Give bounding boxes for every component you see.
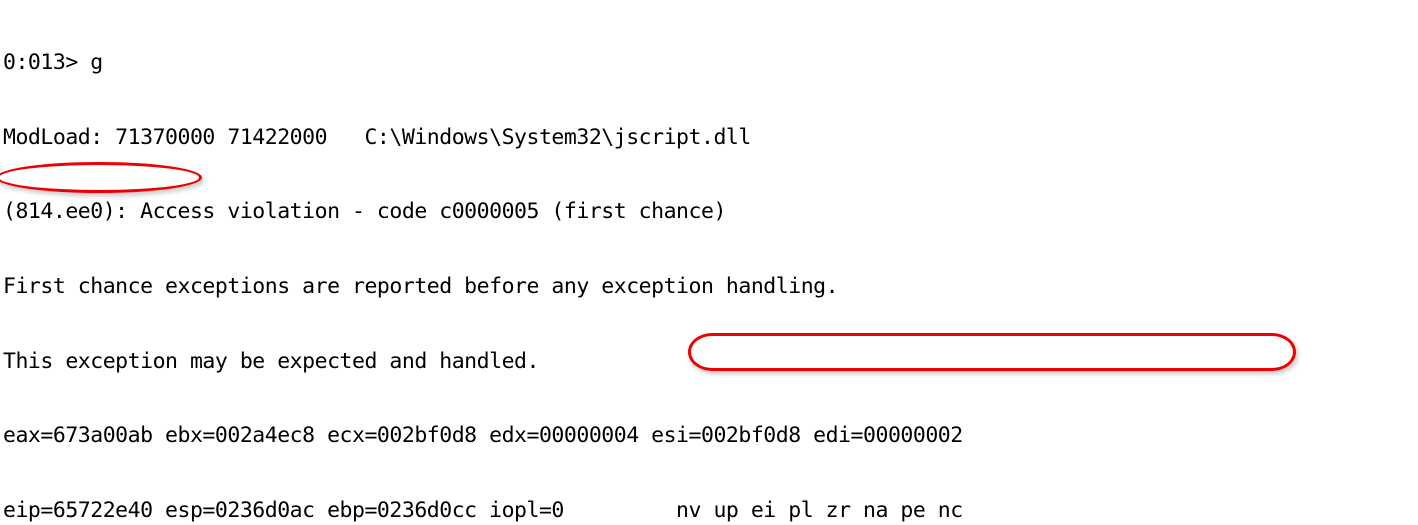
console-line-prompt-g: 0:013> g	[3, 49, 103, 75]
console-line-modload: ModLoad: 71370000 71422000 C:\Windows\Sy…	[3, 124, 751, 150]
console-output-text: 0:013> g ModLoad: 71370000 71422000 C:\W…	[3, 1, 1100, 525]
console-line-registers-eip: eip=65722e40 esp=0236d0ac ebp=0236d0cc i…	[3, 498, 963, 524]
console-line-first-chance: First chance exceptions are reported bef…	[3, 273, 839, 299]
console-line-exception-note: This exception may be expected and handl…	[3, 348, 539, 374]
windbg-console-window: 0:013> g ModLoad: 71370000 71422000 C:\W…	[0, 0, 1418, 525]
console-line-registers-general: eax=673a00ab ebx=002a4ec8 ecx=002bf0d8 e…	[3, 423, 963, 449]
console-line-access-violation: (814.ee0): Access violation - code c0000…	[3, 199, 726, 225]
